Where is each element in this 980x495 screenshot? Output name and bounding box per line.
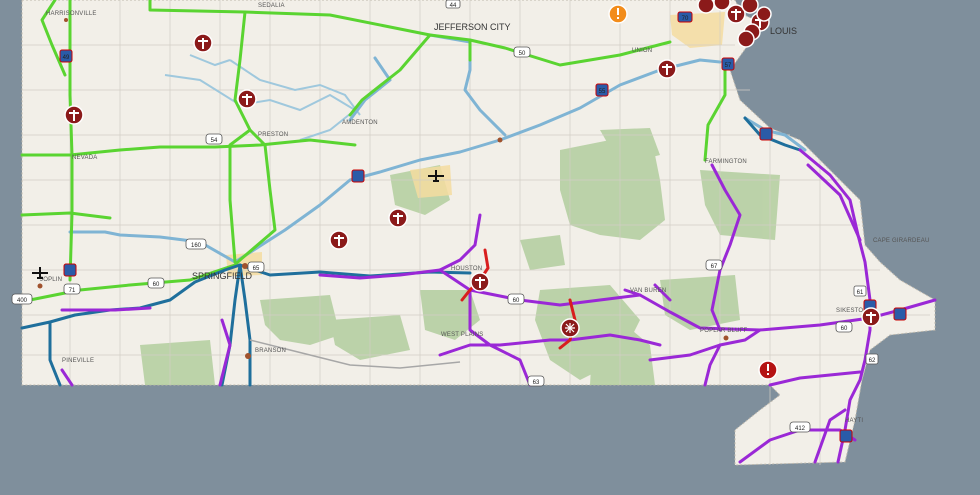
city-label-union: UNION [632,48,652,54]
svg-text:54: 54 [211,138,218,144]
incident-marker-icon[interactable] [193,33,213,53]
city-label-poplar-bluff: POPLAR BLUFF [700,328,748,334]
svg-text:61: 61 [857,290,864,296]
city-label-joplin: JOPLIN [40,277,62,283]
incident-marker-icon[interactable] [470,272,490,292]
city-label-van-buren: VAN BUREN [630,288,666,294]
route-shield: 49 [59,49,73,63]
alert-icon[interactable] [608,4,628,24]
svg-text:160: 160 [191,243,202,249]
route-shield: 412 [789,421,811,433]
city-label-branson: BRANSON [255,348,286,354]
incident-marker-icon[interactable] [737,30,755,48]
svg-text:400: 400 [17,298,28,304]
route-shield: 160 [185,238,207,250]
route-shield: 65 [247,261,265,273]
route-shield: 54 [205,133,223,145]
svg-text:60: 60 [513,298,520,304]
map-canvas[interactable]: HARRISONVILLE SEDALIA JEFFERSON CITY LOU… [0,0,980,495]
city-label-harrisonville: HARRISONVILLE [46,11,97,17]
weather-marker-icon[interactable] [560,318,580,338]
incident-marker-icon[interactable] [329,230,349,250]
route-shield: 60 [507,293,525,305]
city-label-jefferson-city: JEFFERSON CITY [434,22,511,32]
city-label-springfield: SPRINGFIELD [192,271,253,281]
svg-text:412: 412 [795,426,806,432]
route-shield: 60 [147,277,165,289]
svg-text:71: 71 [69,288,76,294]
incident-marker-icon[interactable] [697,0,715,14]
city-label-farmington: FARMINGTON [705,159,747,165]
route-shield: 400 [11,293,33,305]
route-shield: 60 [835,321,853,333]
svg-text:65: 65 [253,266,260,272]
route-shield: 50 [513,46,531,58]
city-label-houston: HOUSTON [451,266,482,272]
city-label-preston: PRESTON [258,132,288,138]
svg-text:60: 60 [153,282,160,288]
city-label-west-plains: WEST PLAINS [441,332,483,338]
incident-marker-icon[interactable] [388,208,408,228]
incident-marker-icon[interactable] [64,105,84,125]
incident-marker-icon[interactable] [861,307,881,327]
route-shield: 63 [527,375,545,387]
route-shield: 71 [63,283,81,295]
svg-text:57: 57 [725,63,732,69]
svg-text:62: 62 [869,358,876,364]
svg-text:70: 70 [682,16,689,22]
city-label-cape-girardeau: CAPE GIRARDEAU [873,238,929,244]
svg-text:60: 60 [841,326,848,332]
incident-marker-icon[interactable] [657,59,677,79]
incident-marker-icon[interactable] [237,89,257,109]
city-label-sedalia: SEDALIA [258,3,285,9]
city-label-hayti: HAYTI [845,418,863,424]
incident-marker-icon[interactable] [741,0,759,14]
svg-text:49: 49 [63,55,70,61]
route-shield: 62 [865,353,879,365]
svg-text:44: 44 [450,3,457,9]
route-shield: 57 [721,57,735,71]
city-label-camdenton: AMDENTON [342,120,378,126]
route-shield: 67 [705,259,723,271]
route-shield: 61 [853,285,867,297]
warning-icon[interactable] [758,360,778,380]
incident-marker-icon[interactable] [713,0,731,11]
svg-text:67: 67 [711,264,718,270]
route-shield: 55 [595,83,609,97]
city-label-nevada: NEVADA [72,155,97,161]
svg-text:55: 55 [599,89,606,95]
city-label-pineville: PINEVILLE [62,358,94,364]
route-shield: 70 [677,11,693,23]
city-label-st-louis: LOUIS [770,26,797,36]
route-shield: 44 [445,0,461,9]
svg-text:63: 63 [533,380,540,386]
incident-marker-icon[interactable] [756,6,772,22]
svg-text:50: 50 [519,51,526,57]
